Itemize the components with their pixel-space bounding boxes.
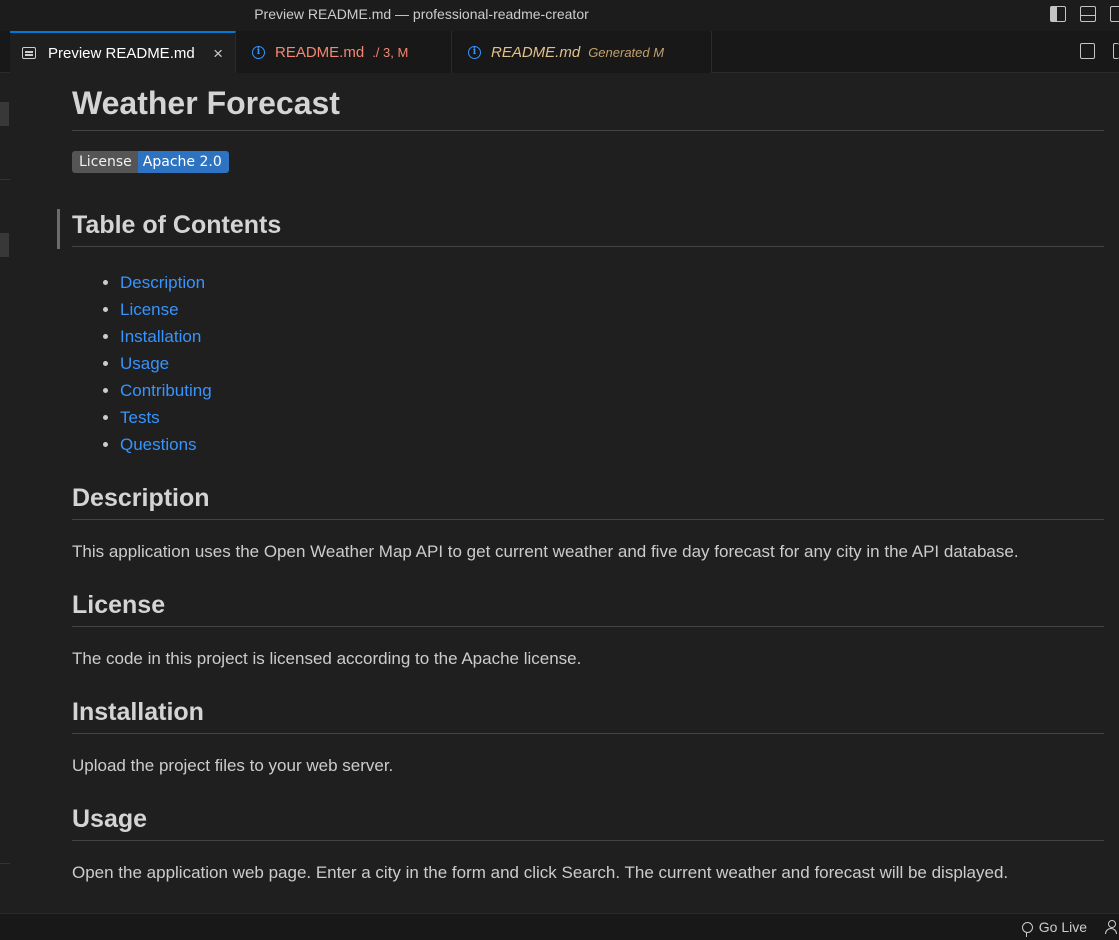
list-item: Questions (120, 431, 1104, 458)
toc-link-license[interactable]: License (120, 300, 179, 319)
toc-link-description[interactable]: Description (120, 273, 205, 292)
table-of-contents: Table of Contents Description License In… (57, 208, 1104, 458)
info-icon: i (252, 45, 265, 59)
editor-gutter (0, 73, 10, 913)
toc-heading: Table of Contents (72, 210, 1104, 247)
info-icon: i (468, 45, 481, 59)
section-heading: Installation (72, 697, 1104, 734)
toggle-panel-icon[interactable] (1080, 6, 1096, 22)
list-item: Usage (120, 350, 1104, 377)
toc-link-installation[interactable]: Installation (120, 327, 201, 346)
section-heading: Usage (72, 804, 1104, 841)
list-item: Installation (120, 323, 1104, 350)
account-icon[interactable] (1105, 920, 1117, 934)
split-editor-icon[interactable] (1113, 43, 1119, 59)
toc-link-usage[interactable]: Usage (120, 354, 169, 373)
tab-status: Generated M (588, 44, 665, 60)
preview-icon (22, 47, 36, 59)
gutter-marker (0, 233, 9, 257)
page-title: Weather Forecast (72, 73, 1104, 131)
window-title: Preview README.md — professional-readme-… (254, 6, 589, 22)
tab-label: Preview README.md (48, 44, 195, 62)
section-heading: Description (72, 483, 1104, 520)
section-heading: License (72, 590, 1104, 627)
toc-link-tests[interactable]: Tests (120, 408, 160, 427)
section-text: Open the application web page. Enter a c… (72, 862, 1009, 882)
gutter-marker (0, 102, 9, 126)
go-live-label: Go Live (1038, 919, 1087, 935)
editor-tab-bar: Preview README.md × i README.md ./ 3, M … (0, 31, 1119, 73)
tab-readme-modified[interactable]: i README.md ./ 3, M (236, 31, 452, 73)
tab-label: README.md (491, 43, 581, 61)
section-text: The code in this project is licensed acc… (72, 648, 582, 668)
close-icon[interactable]: × (213, 45, 223, 62)
status-bar: Go Live (0, 913, 1119, 940)
section-license: License The code in this project is lice… (72, 590, 1104, 669)
toggle-primary-sidebar-icon[interactable] (1050, 6, 1066, 22)
go-live-button[interactable]: Go Live (1021, 919, 1087, 937)
markdown-preview: Weather Forecast License Apache 2.0 Tabl… (57, 73, 1104, 883)
tab-label: README.md (275, 43, 365, 61)
tab-readme-generated[interactable]: i README.md Generated M (452, 31, 712, 73)
divider (0, 863, 10, 864)
section-usage: Usage Open the application web page. Ent… (72, 804, 1104, 883)
title-bar: Preview README.md — professional-readme-… (0, 0, 1119, 31)
broadcast-icon (1021, 921, 1033, 937)
toc-link-contributing[interactable]: Contributing (120, 381, 212, 400)
list-item: Tests (120, 404, 1104, 431)
list-item: Description (120, 269, 1104, 296)
toc-link-questions[interactable]: Questions (120, 435, 197, 454)
open-source-icon[interactable] (1080, 43, 1095, 59)
list-item: Contributing (120, 377, 1104, 404)
layout-controls (1050, 6, 1119, 22)
toc-list: Description License Installation Usage C… (72, 269, 1104, 458)
section-text: This application uses the Open Weather M… (72, 541, 1019, 561)
focus-indicator (57, 208, 60, 249)
badge-label: License (72, 150, 138, 173)
section-description: Description This application uses the Op… (72, 483, 1104, 562)
list-item: License (120, 296, 1104, 323)
tab-status: ./ 3, M (372, 44, 409, 60)
license-badge: License Apache 2.0 (72, 150, 229, 173)
divider (0, 179, 10, 180)
section-text: Upload the project files to your web ser… (72, 755, 394, 775)
badge-value: Apache 2.0 (137, 150, 229, 173)
toggle-secondary-sidebar-icon[interactable] (1110, 6, 1119, 22)
editor-actions (1080, 43, 1119, 59)
section-installation: Installation Upload the project files to… (72, 697, 1104, 776)
tab-preview-readme[interactable]: Preview README.md × (10, 31, 236, 73)
